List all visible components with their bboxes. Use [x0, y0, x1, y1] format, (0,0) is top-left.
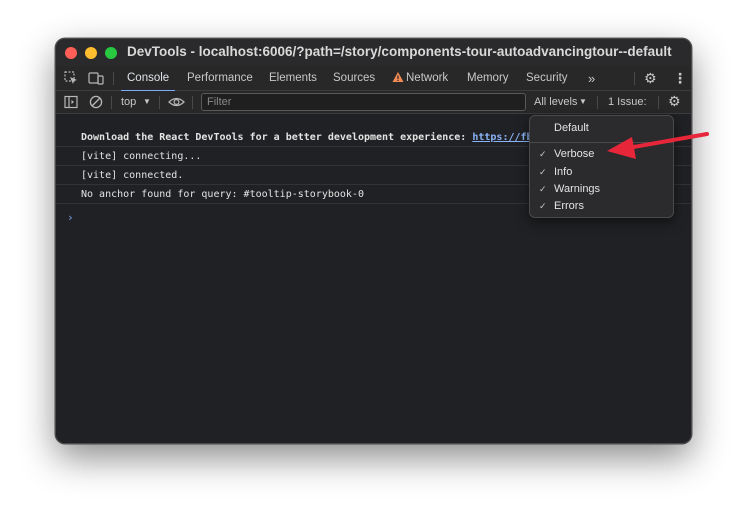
level-option-verbose[interactable]: ✓ Verbose	[530, 146, 673, 163]
level-option-errors[interactable]: ✓ Errors	[530, 198, 673, 215]
checkmark-icon: ✓	[539, 184, 547, 194]
title-bar: DevTools - localhost:6006/?path=/story/c…	[56, 39, 691, 66]
kebab-menu-icon[interactable]: ⋮	[673, 66, 687, 91]
console-toolbar: top ▼ Filter All levels ▼ 1 Issue: ⚙	[56, 91, 691, 114]
warning-triangle-icon	[392, 71, 404, 86]
tab-divider	[634, 72, 635, 85]
levels-dropdown-icon[interactable]: ▼	[579, 97, 587, 106]
more-tabs-icon[interactable]: »	[588, 66, 595, 91]
toolbar-divider	[658, 96, 659, 109]
minimize-window-button[interactable]	[85, 47, 97, 59]
issues-counter[interactable]: 1 Issue:	[608, 96, 647, 108]
live-expression-eye-icon[interactable]	[168, 95, 185, 112]
level-option-default[interactable]: Default	[530, 120, 673, 137]
panel-tab-bar: Console Performance Elements Sources Net…	[56, 66, 691, 92]
checkmark-icon: ✓	[539, 201, 547, 211]
tab-memory[interactable]: Memory	[467, 66, 509, 91]
inspect-element-icon[interactable]	[64, 71, 78, 88]
tab-network[interactable]: Network	[406, 66, 448, 91]
console-prompt-icon[interactable]: ›	[67, 211, 74, 224]
devtools-window: DevTools - localhost:6006/?path=/story/c…	[55, 38, 692, 444]
tab-elements[interactable]: Elements	[269, 66, 317, 91]
react-devtools-link[interactable]: https://fb	[472, 132, 532, 143]
context-selector[interactable]: top	[121, 96, 136, 108]
window-title: DevTools - localhost:6006/?path=/story/c…	[127, 44, 672, 59]
device-toolbar-icon[interactable]	[88, 71, 104, 88]
log-levels-dropdown[interactable]: All levels	[534, 96, 577, 108]
zoom-window-button[interactable]	[105, 47, 117, 59]
tab-console[interactable]: Console	[120, 66, 176, 92]
tab-security[interactable]: Security	[526, 66, 568, 91]
checkmark-icon: ✓	[539, 167, 547, 177]
level-option-warnings[interactable]: ✓ Warnings	[530, 181, 673, 198]
menu-divider	[530, 142, 673, 143]
toolbar-divider	[111, 96, 112, 109]
clear-console-icon[interactable]	[89, 95, 103, 112]
toolbar-divider	[159, 96, 160, 109]
close-window-button[interactable]	[65, 47, 77, 59]
tab-sources[interactable]: Sources	[333, 66, 375, 91]
sidebar-toggle-icon[interactable]	[64, 95, 78, 112]
log-levels-menu: Default ✓ Verbose ✓ Info ✓ Warnings ✓ Er…	[529, 115, 674, 218]
tab-performance[interactable]: Performance	[187, 66, 253, 91]
checkmark-icon: ✓	[539, 149, 547, 159]
level-option-info[interactable]: ✓ Info	[530, 164, 673, 181]
toolbar-divider	[192, 96, 193, 109]
settings-gear-icon[interactable]: ⚙	[644, 66, 657, 91]
toolbar-divider	[597, 96, 598, 109]
filter-input[interactable]: Filter	[201, 93, 526, 111]
context-dropdown-icon[interactable]: ▼	[143, 97, 151, 106]
tab-divider	[113, 72, 114, 85]
console-settings-gear-icon[interactable]: ⚙	[668, 93, 681, 110]
